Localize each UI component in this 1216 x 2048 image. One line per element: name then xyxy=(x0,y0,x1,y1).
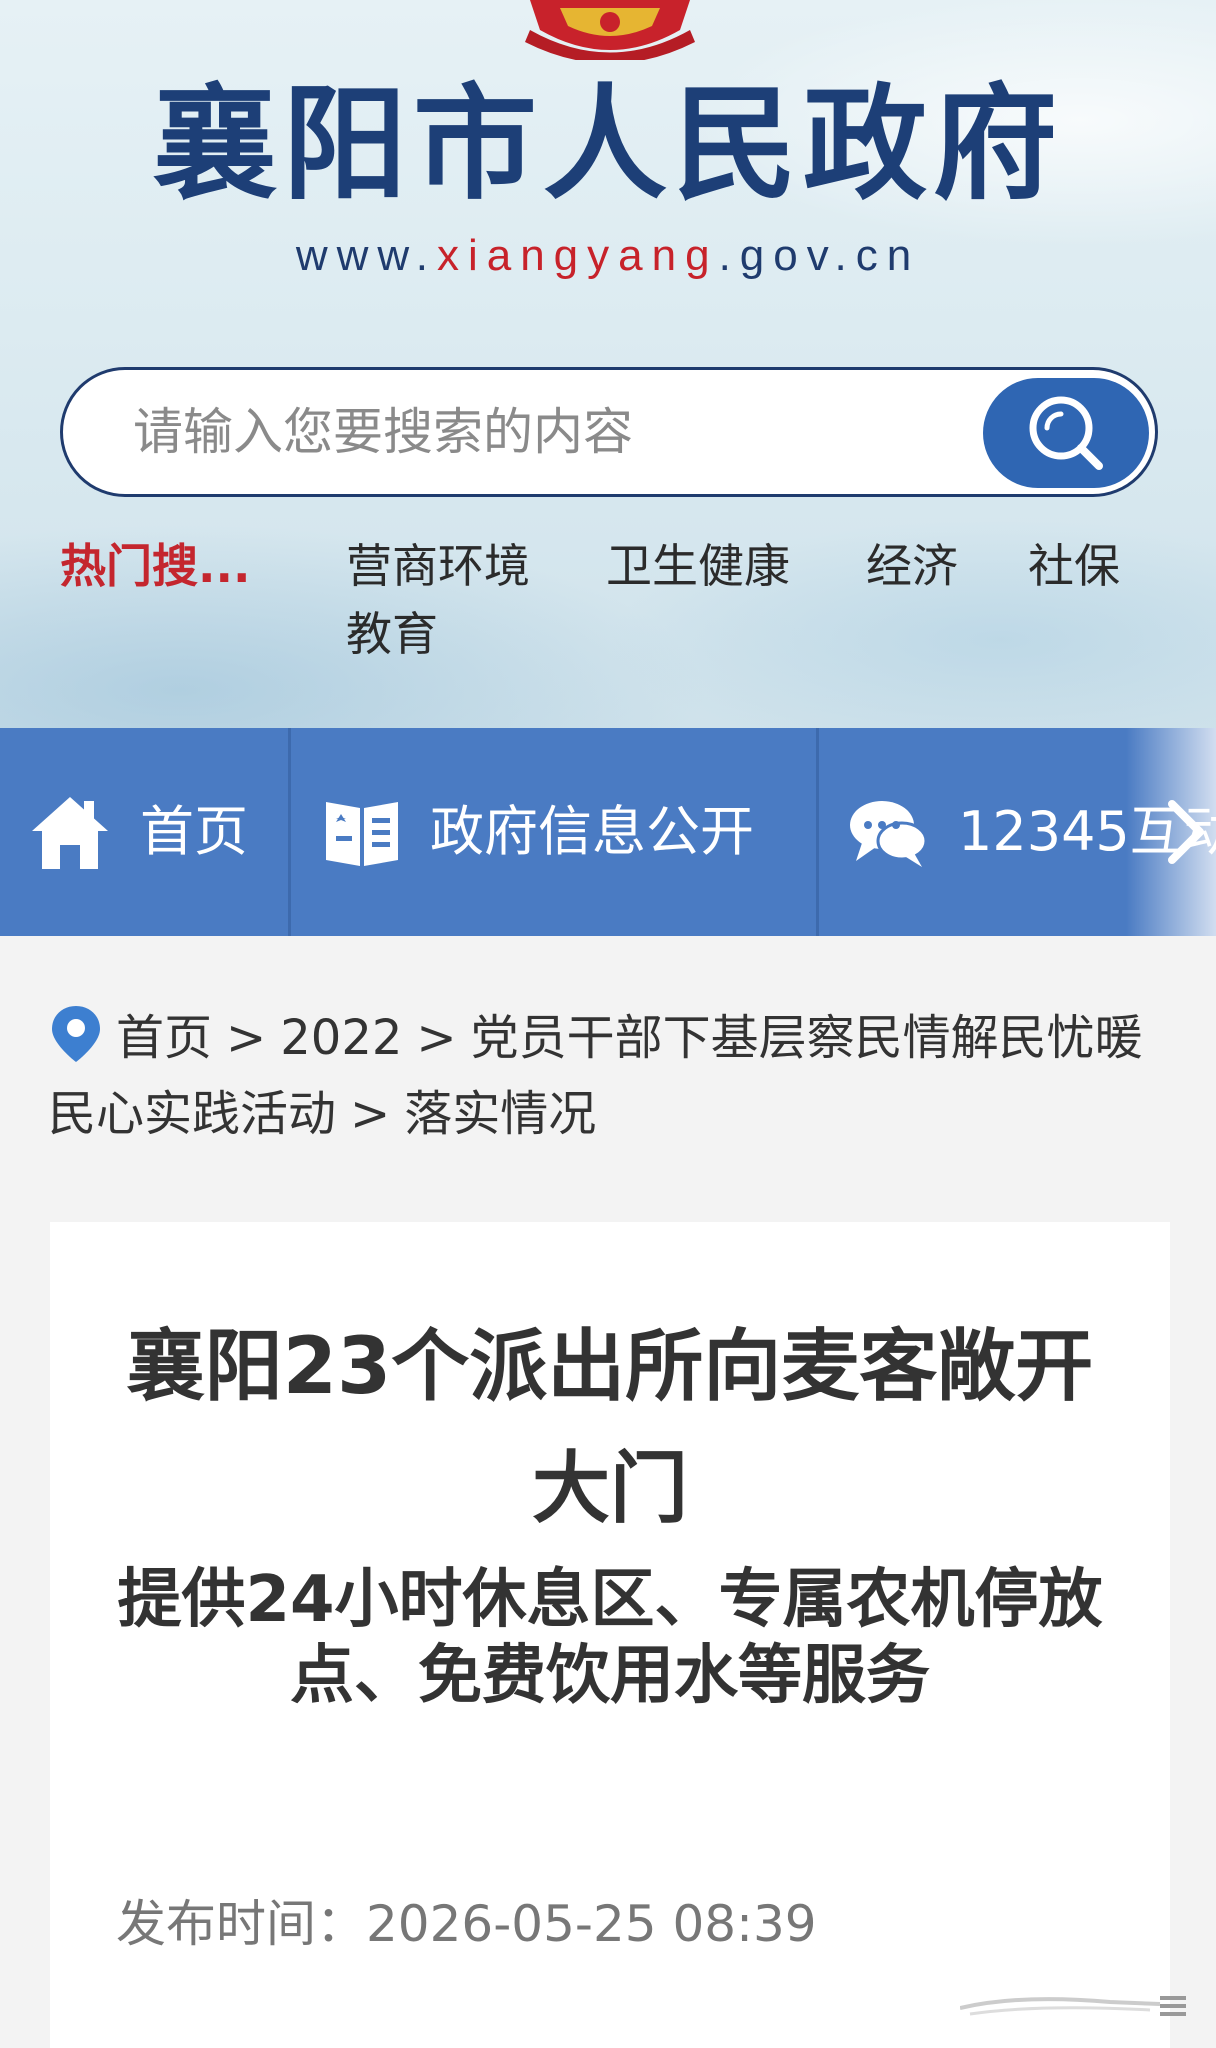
site-url-accent: xiangyang xyxy=(436,231,719,280)
breadcrumb-separator: > xyxy=(226,1010,267,1066)
nav-item-home[interactable]: 首页 xyxy=(30,728,288,936)
hot-search-label: 热门搜... xyxy=(60,539,251,593)
search-bar xyxy=(60,367,1158,497)
hot-search-item[interactable]: 营商环境 xyxy=(346,536,530,596)
hot-search-item[interactable]: 经济 xyxy=(866,536,958,596)
publish-time-label: 发布时间： xyxy=(116,1895,366,1953)
breadcrumb-separator: > xyxy=(416,1010,457,1066)
breadcrumb-item[interactable]: 首页 xyxy=(116,1010,212,1066)
chat-bubbles-icon xyxy=(850,801,928,867)
article-title: 襄阳23个派出所向麦客敞开大门 xyxy=(126,1322,1094,1534)
hot-search-item[interactable]: 社保 xyxy=(1028,536,1120,596)
publish-time-value: 2026-05-25 08:39 xyxy=(366,1895,817,1953)
breadcrumb-separator: > xyxy=(350,1086,391,1142)
main-nav: 首页 政府信息公开 12345互动 xyxy=(0,728,1216,936)
national-emblem-icon xyxy=(525,0,695,60)
article-subtitle: 提供24小时休息区、专属农机停放点、免费饮用水等服务 xyxy=(117,1563,1103,1713)
nav-label-home: 首页 xyxy=(140,800,248,863)
search-button[interactable] xyxy=(983,378,1149,488)
nav-divider xyxy=(288,728,291,936)
home-icon xyxy=(32,797,108,869)
search-icon xyxy=(1029,396,1103,470)
info-book-icon xyxy=(326,802,398,866)
site-url-prefix: www. xyxy=(295,231,437,280)
site-header: 襄阳市人民政府 www.xiangyang.gov.cn 热门搜... 营商环境… xyxy=(0,0,1216,728)
site-url[interactable]: www.xiangyang.gov.cn xyxy=(0,228,1216,284)
nav-item-gov-info[interactable]: 政府信息公开 xyxy=(322,728,816,936)
publish-time: 发布时间：2026-05-25 08:39 xyxy=(116,1892,817,1956)
breadcrumb-item[interactable]: 2022 xyxy=(280,1010,402,1066)
nav-divider xyxy=(816,728,819,936)
location-pin-icon xyxy=(52,1006,100,1062)
watermark-lines-icon xyxy=(960,1996,1186,2016)
nav-scroll-right-icon[interactable] xyxy=(1166,800,1206,864)
breadcrumb-item-current[interactable]: 落实情况 xyxy=(404,1086,596,1142)
site-title[interactable]: 襄阳市人民政府 xyxy=(0,70,1216,220)
search-input[interactable] xyxy=(133,392,983,472)
nav-label-gov-info: 政府信息公开 xyxy=(430,800,754,863)
hot-search-item[interactable]: 教育 xyxy=(346,604,438,664)
site-url-suffix: .gov.cn xyxy=(718,231,921,280)
breadcrumb: 首页 >2022 > 党员干部下基层察民情解民忧暖民心实践活动 > 落实情况 xyxy=(48,1000,1178,1152)
article-card: 襄阳23个派出所向麦客敞开大门 提供24小时休息区、专属农机停放点、免费饮用水等… xyxy=(50,1222,1170,2048)
hot-search-item[interactable]: 卫生健康 xyxy=(606,536,790,596)
